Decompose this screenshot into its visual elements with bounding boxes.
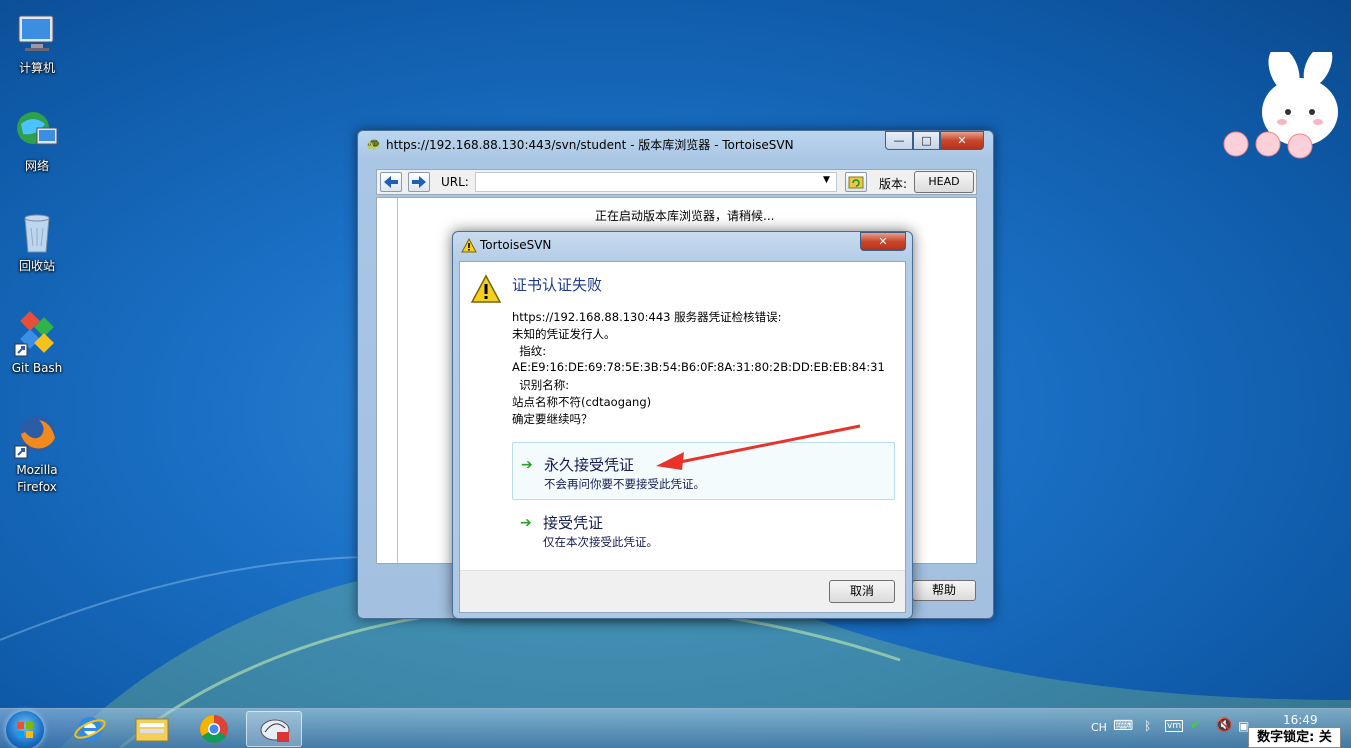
tree-pane[interactable]	[377, 198, 398, 563]
clock[interactable]: 16:49	[1283, 713, 1318, 727]
desktop-icon-label: Mozilla	[16, 463, 58, 477]
forward-button[interactable]	[408, 172, 430, 192]
help-button[interactable]: 帮助	[912, 580, 976, 601]
desktop-icon-git-bash[interactable]: Git Bash	[6, 310, 68, 377]
computer-icon	[13, 10, 61, 58]
ie-icon	[74, 717, 106, 741]
desktop-icon-label: 计算机	[18, 61, 55, 75]
option-note: 仅在本次接受此凭证。	[543, 535, 658, 549]
desktop-icon-recycle-bin[interactable]: 回收站	[6, 208, 68, 275]
message-line: https://192.168.88.130:443 服务器凭证检核错误:	[512, 310, 782, 324]
desktop-icon-label: 网络	[24, 159, 49, 173]
git-bash-icon	[13, 310, 61, 358]
folder-refresh-icon	[848, 176, 864, 189]
chrome-icon	[200, 715, 228, 743]
maximize-button[interactable]: □	[913, 131, 940, 150]
numlock-indicator: 数字锁定: 关	[1248, 727, 1341, 748]
warning-large-icon	[470, 274, 502, 303]
green-arrow-icon: ➔	[521, 457, 533, 473]
desktop-icon-label: Firefox	[17, 480, 57, 494]
dialog-title: TortoiseSVN	[480, 238, 552, 252]
url-toolbar: URL: ▼ 版本: HEAD	[376, 169, 977, 195]
message-line: 确定要继续吗？	[512, 412, 593, 426]
revision-label: 版本:	[879, 177, 908, 191]
network-tray-icon[interactable]: ✔	[1190, 718, 1201, 733]
url-dropdown-icon[interactable]: ▼	[823, 175, 830, 185]
option-note: 不会再问你要不要接受此凭证。	[544, 477, 705, 491]
arrow-right-icon	[412, 176, 426, 188]
revision-button[interactable]: HEAD	[914, 171, 974, 193]
message-line: 识别名称:	[512, 378, 570, 392]
volume-muted-icon[interactable]: 🔇	[1216, 718, 1232, 733]
bluetooth-icon[interactable]: ᛒ	[1144, 719, 1151, 733]
minimize-button[interactable]: —	[885, 131, 913, 150]
dialog-close-button[interactable]: ✕	[860, 232, 906, 251]
window-title: https://192.168.88.130:443/svn/student -…	[386, 138, 794, 152]
ime-indicator[interactable]: CH	[1091, 721, 1107, 734]
tortoisesvn-icon	[260, 719, 290, 742]
dialog-footer: 取消	[460, 570, 905, 612]
keyboard-icon[interactable]: ⌨	[1113, 718, 1133, 734]
cancel-button[interactable]: 取消	[829, 580, 895, 603]
network-icon	[13, 108, 61, 156]
url-input[interactable]	[475, 172, 837, 192]
close-button[interactable]: ✕	[940, 131, 984, 150]
back-button[interactable]	[380, 172, 402, 192]
warning-icon	[461, 238, 477, 253]
taskbar-tortoisesvn[interactable]	[246, 711, 302, 747]
taskbar: CH ⌨ ᛒ vm ✔ 🔇 ▣ 16:49	[0, 708, 1351, 748]
bunny-sticker	[1222, 45, 1350, 162]
loading-text: 正在启动版本库浏览器，请稍候...	[595, 209, 775, 223]
firefox-icon	[13, 412, 61, 460]
message-line: 站点名称不符(cdtaogang)	[512, 395, 652, 409]
option-title: 接受凭证	[543, 514, 604, 532]
folder-icon	[135, 718, 169, 742]
desktop-icon-network[interactable]: 网络	[6, 108, 68, 175]
start-button[interactable]	[6, 711, 44, 748]
taskbar-explorer[interactable]	[124, 711, 180, 747]
message-line: 未知的凭证发行人。	[512, 327, 616, 341]
option-title: 永久接受凭证	[544, 456, 635, 474]
message-line: 指纹:	[512, 344, 547, 358]
main-instruction: 证书认证失败	[512, 276, 603, 294]
windows-logo-icon	[17, 722, 33, 738]
message-line: AE:E9:16:DE:69:78:5E:3B:54:B6:0F:8A:31:8…	[512, 360, 885, 374]
desktop-icon-firefox[interactable]: Mozilla Firefox	[6, 412, 68, 496]
annotation-arrow	[656, 424, 861, 470]
desktop-icon-computer[interactable]: 计算机	[6, 10, 68, 77]
desktop-icon-label: Git Bash	[11, 361, 63, 375]
refresh-button[interactable]	[845, 172, 867, 192]
taskbar-chrome[interactable]	[186, 711, 242, 747]
vmware-icon[interactable]: vm	[1165, 720, 1184, 732]
url-label: URL:	[441, 175, 469, 189]
arrow-left-icon	[384, 176, 398, 188]
green-arrow-icon: ➔	[520, 515, 532, 531]
accept-once-link[interactable]: ➔ 接受凭证 仅在本次接受此凭证。	[512, 501, 895, 559]
desktop-icon-label: 回收站	[18, 259, 55, 273]
recycle-bin-icon	[13, 208, 61, 256]
tortoisesvn-icon: 🐢	[366, 137, 381, 151]
taskbar-ie[interactable]	[62, 711, 118, 747]
